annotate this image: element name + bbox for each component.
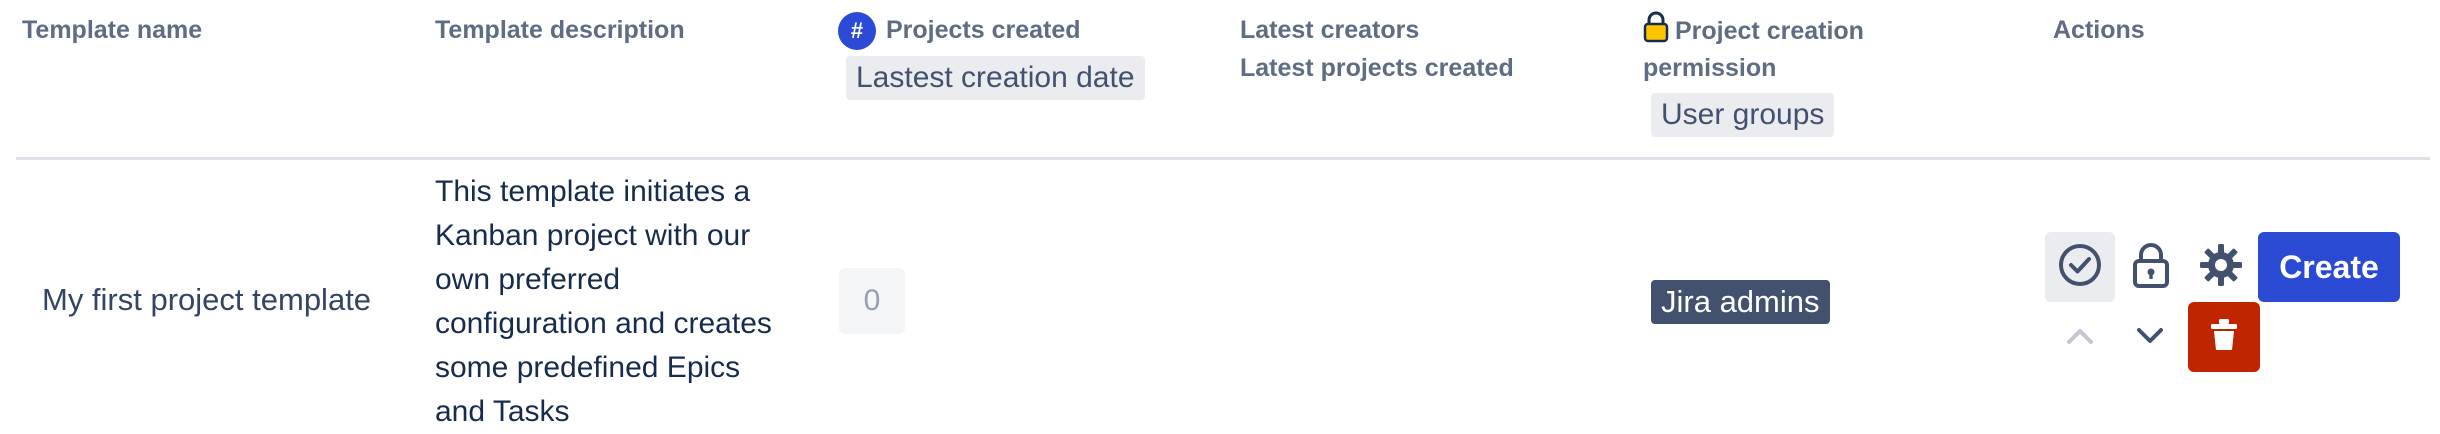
hash-icon: # xyxy=(838,12,876,51)
description-line: configuration and creates xyxy=(435,307,772,340)
description-line: and Tasks xyxy=(435,395,570,428)
header-latest-projects-created: Latest projects created xyxy=(1240,54,1514,82)
template-name: My first project template xyxy=(42,282,372,317)
header-template-description: Template description xyxy=(435,16,685,44)
header-user-groups: User groups xyxy=(1651,93,1835,137)
header-latest-creators: Latest creators xyxy=(1240,16,1420,44)
user-groups-lozenge: User groups xyxy=(1651,93,1835,137)
description-line: This template initiates a xyxy=(435,175,751,208)
header-latest-creation-date: Lastest creation date xyxy=(846,56,1145,100)
settings-button[interactable] xyxy=(2188,234,2254,300)
header-actions: Actions xyxy=(2053,16,2145,44)
delete-button[interactable] xyxy=(2188,302,2260,372)
move-up-button[interactable] xyxy=(2050,316,2110,360)
templates-table: Template name Template description # Proj… xyxy=(0,0,2440,429)
trash-icon xyxy=(2209,318,2239,357)
latest-creation-date-lozenge: Lastest creation date xyxy=(846,56,1145,100)
lock-icon xyxy=(2132,242,2170,293)
header-divider xyxy=(16,157,2430,160)
description-line: some predefined Epics xyxy=(435,351,741,384)
template-description: This template initiates a Kanban project… xyxy=(435,170,795,434)
chevron-down-icon xyxy=(2136,327,2164,350)
header-permission-line1: Project creation xyxy=(1675,17,1864,45)
chevron-up-icon xyxy=(2066,327,2094,350)
check-button[interactable] xyxy=(2045,232,2115,302)
gear-icon xyxy=(2199,243,2243,292)
header-project-creation-permission: Project creation xyxy=(1643,11,1864,54)
user-group-badge: Jira admins xyxy=(1651,280,1830,324)
create-button[interactable]: Create xyxy=(2258,232,2400,302)
description-line: Kanban project with our xyxy=(435,219,751,252)
header-permission-line2: permission xyxy=(1643,54,1777,82)
header-projects-created-label: Projects created xyxy=(886,16,1081,44)
lock-icon xyxy=(1643,11,1669,54)
description-line: own preferred xyxy=(435,263,621,296)
check-circle-icon xyxy=(2057,242,2103,293)
header-projects-created: # Projects created xyxy=(838,11,1081,51)
permission-lock-button[interactable] xyxy=(2118,234,2184,300)
header-template-name: Template name xyxy=(22,16,203,44)
move-down-button[interactable] xyxy=(2120,316,2180,360)
projects-created-count: 0 xyxy=(839,268,905,334)
